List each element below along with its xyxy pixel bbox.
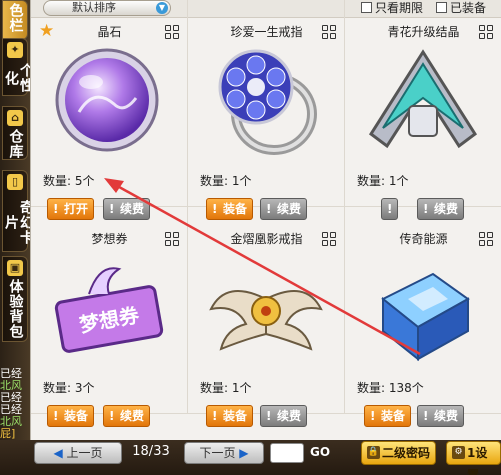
- next-page-label: 下一页: [199, 446, 236, 460]
- equip-button[interactable]: ! 装备: [364, 405, 412, 427]
- gear-icon: ⚙: [452, 446, 465, 459]
- secondary-password-button[interactable]: 🔒 二级密码: [361, 441, 437, 465]
- inventory-panel: 默认排序 ▼ 只看期限 已装备 ★ 晶石 数量: 5个 ! 打开 ! 续费 珍爱…: [30, 0, 501, 440]
- grid-view-icon[interactable]: [165, 25, 179, 39]
- chat-line: 北风: [0, 416, 22, 428]
- item-quantity: 数量: 1个: [357, 174, 409, 188]
- item-quantity: 数量: 1个: [200, 381, 252, 395]
- tab-label: 体验背包: [7, 279, 24, 339]
- tab-label: 奇幻卡片: [3, 199, 34, 245]
- grid-view-icon[interactable]: [322, 232, 336, 246]
- warehouse-icon: ⌂: [7, 110, 23, 126]
- tab-fantasy-card[interactable]: ▯ 奇幻卡片: [2, 170, 34, 252]
- renew-button[interactable]: ! 续费: [103, 405, 151, 427]
- item-quantity: 数量: 1个: [200, 174, 252, 188]
- prev-page-button[interactable]: ◀ 上一页: [34, 442, 122, 464]
- equip-button[interactable]: ! 装备: [206, 405, 254, 427]
- tab-warehouse[interactable]: ⌂ 仓库: [2, 106, 28, 160]
- renew-button[interactable]: ! 续费: [260, 405, 308, 427]
- chat-line: 已经: [0, 404, 22, 416]
- equip-button[interactable]: ! 装备: [47, 405, 95, 427]
- settings-button[interactable]: ⚙ 1设置: [446, 441, 501, 475]
- chat-line: 屁]: [0, 428, 16, 440]
- item-card-crystal[interactable]: 晶石 数量: 5个: [31, 0, 188, 207]
- item-card-phoenix-ring[interactable]: 金熠凰影戒指 数量: 1个: [188, 207, 345, 414]
- chat-line: 已经: [0, 368, 22, 380]
- chat-line: 已经: [0, 392, 22, 404]
- left-tab-strip: 色栏 ✦ 个性化 ⌂ 仓库 ▯ 奇幻卡片 ▣ 体验背包 已经 北风 已经 已经 …: [0, 0, 34, 475]
- arrow-left-icon: ◀: [53, 446, 63, 460]
- chat-line: 北风: [0, 380, 22, 392]
- tab-trial-bag[interactable]: ▣ 体验背包: [2, 256, 28, 342]
- item-quantity: 数量: 3个: [43, 381, 95, 395]
- energy-cube-image: [381, 272, 470, 362]
- item-name: 青花升级结晶: [387, 25, 460, 39]
- renew-button[interactable]: ! 续费: [417, 405, 465, 427]
- card-icon: ▯: [7, 174, 23, 190]
- item-card-legend-energy[interactable]: 传奇能源 数量: 138个: [345, 207, 501, 414]
- tab-label: 个性化: [3, 63, 34, 93]
- pager-bar: ◀ 上一页 18/33 下一页 ▶ GO 🔒 二级密码 ⚙ 1设置: [0, 440, 501, 475]
- item-card-dream-ticket[interactable]: 梦想券 梦想券 数量: 3个: [31, 207, 188, 414]
- prev-page-label: 上一页: [66, 446, 103, 460]
- item-name: 传奇能源: [399, 232, 448, 246]
- tab-label: 仓库: [7, 129, 24, 159]
- backpack-icon: ▣: [7, 260, 23, 276]
- crystal-orb-image: [55, 48, 159, 152]
- item-quantity: 数量: 138个: [357, 381, 424, 395]
- dream-ticket-image: 梦想券: [54, 267, 164, 353]
- phoenix-ring-image: [209, 290, 323, 351]
- lock-icon: 🔒: [367, 446, 380, 459]
- go-button[interactable]: GO: [310, 445, 330, 459]
- gear-icon: ✦: [7, 42, 23, 58]
- page-jump-input[interactable]: [270, 443, 304, 463]
- tab-label: 色栏: [7, 3, 24, 33]
- item-quantity: 数量: 5个: [43, 174, 95, 188]
- grid-view-icon[interactable]: [322, 25, 336, 39]
- tab-color[interactable]: 色栏: [2, 0, 28, 40]
- item-card-ring[interactable]: 珍爱一生戒指 数量: 1个: [188, 0, 345, 207]
- page-indicator: 18/33: [132, 444, 170, 459]
- secondary-password-label: 二级密码: [382, 446, 431, 460]
- upgrade-crystal-image: [368, 49, 478, 149]
- settings-label: 1设置: [467, 446, 488, 475]
- arrow-right-icon: ▶: [239, 446, 249, 460]
- sapphire-ring-image: [218, 49, 317, 155]
- chat-snippets: 已经 北风 已经 已经 北风 屁]: [0, 368, 30, 440]
- grid-view-icon[interactable]: [479, 25, 493, 39]
- grid-view-icon[interactable]: [479, 232, 493, 246]
- next-page-button[interactable]: 下一页 ▶: [184, 442, 264, 464]
- item-card-upgrade-crystal[interactable]: 青花升级结晶 数量: 1个: [345, 0, 501, 207]
- tab-personalize[interactable]: ✦ 个性化: [2, 38, 34, 96]
- grid-view-icon[interactable]: [165, 232, 179, 246]
